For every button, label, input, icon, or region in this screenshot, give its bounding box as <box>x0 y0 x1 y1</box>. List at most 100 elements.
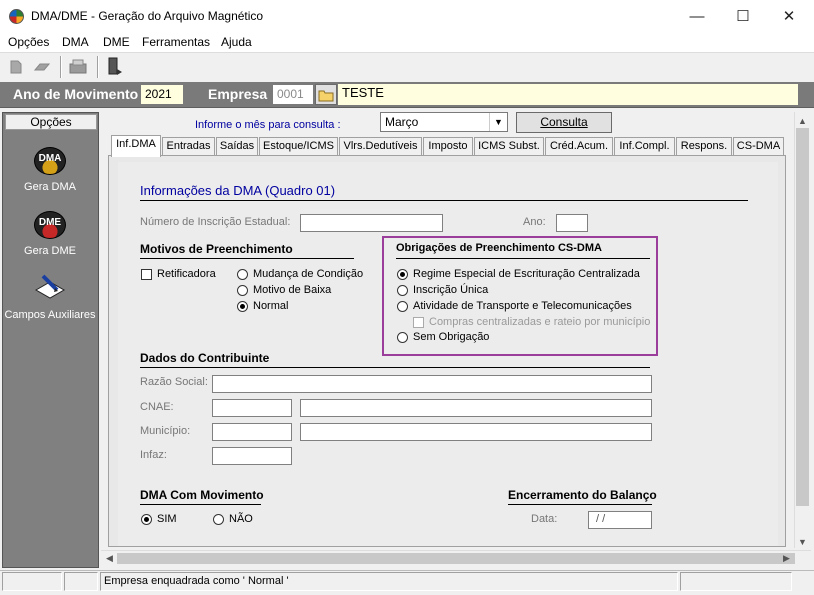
radio-selected-icon <box>397 268 408 280</box>
cs-dma-title: Obrigações de Preenchimento CS-DMA <box>396 242 602 254</box>
encerramento-title: Encerramento do Balanço <box>508 488 657 502</box>
folder-icon <box>318 90 334 101</box>
tab-saidas[interactable]: Saídas <box>216 137 258 156</box>
tab-icms-subst[interactable]: ICMS Subst. <box>474 137 544 156</box>
cnae-label: CNAE: <box>140 401 174 413</box>
radio-label: SIM <box>157 513 177 525</box>
motivos-title: Motivos de Preenchimento <box>140 242 293 256</box>
sidebar-item-campos-auxiliares[interactable]: Campos Auxiliares <box>0 309 100 321</box>
radio-icon <box>397 300 408 312</box>
tab-inf-compl[interactable]: Inf.Compl. <box>614 137 675 156</box>
scroll-up-icon[interactable]: ▲ <box>794 112 811 129</box>
toolbar-separator <box>97 56 99 78</box>
ie-field[interactable] <box>300 214 443 232</box>
open-icon[interactable] <box>31 56 53 78</box>
radio-icon <box>397 331 408 343</box>
radio-transporte-telecom[interactable]: Atividade de Transporte e Telecomunicaçõ… <box>397 300 632 312</box>
menu-dma[interactable]: DMA <box>62 35 89 49</box>
cnae-description-field[interactable] <box>300 399 652 417</box>
radio-label: Inscrição Única <box>413 284 489 296</box>
radio-sim[interactable]: SIM <box>141 513 177 525</box>
scroll-left-icon[interactable]: ◀ <box>101 550 118 567</box>
radio-label: Sem Obrigação <box>413 331 490 343</box>
cnae-code-field[interactable] <box>212 399 292 417</box>
tab-respons[interactable]: Respons. <box>676 137 732 156</box>
data-field[interactable]: / / <box>588 511 652 529</box>
toolbar-separator <box>60 56 62 78</box>
sidebar-item-gera-dme[interactable]: Gera DME <box>0 245 100 257</box>
ano-field[interactable] <box>556 214 588 232</box>
tab-estoque-icms[interactable]: Estoque/ICMS <box>259 137 338 156</box>
compras-centralizadas-checkbox[interactable]: Compras centralizadas e rateio por munic… <box>413 316 650 328</box>
folder-open-button[interactable] <box>315 84 337 105</box>
radio-mudanca-condicao[interactable]: Mudança de Condição <box>237 268 363 280</box>
razao-social-label: Razão Social: <box>140 376 208 388</box>
checkbox-icon <box>413 316 424 328</box>
infaz-field[interactable] <box>212 447 292 465</box>
menu-ajuda[interactable]: Ajuda <box>221 35 252 49</box>
data-label: Data: <box>531 513 558 525</box>
scroll-down-icon[interactable]: ▼ <box>794 533 811 550</box>
maximize-button[interactable]: ☐ <box>720 0 766 32</box>
radio-motivo-baixa[interactable]: Motivo de Baixa <box>237 284 331 296</box>
tab-entradas[interactable]: Entradas <box>162 137 215 156</box>
print-icon[interactable] <box>67 56 89 78</box>
radio-nao[interactable]: NÃO <box>213 513 253 525</box>
tab-cs-dma[interactable]: CS-DMA <box>733 137 784 156</box>
radio-regime-especial[interactable]: Regime Especial de Escrituração Centrali… <box>397 268 640 280</box>
tab-cred-acum[interactable]: Créd.Acum. <box>545 137 613 156</box>
radio-inscricao-unica[interactable]: Inscrição Única <box>397 284 488 296</box>
dme-disc-icon[interactable]: DME <box>33 210 67 240</box>
menu-opcoes[interactable]: Opções <box>8 35 49 49</box>
status-cell-4 <box>680 572 792 591</box>
radio-sem-obrigacao[interactable]: Sem Obrigação <box>397 331 489 343</box>
month-query-label: Informe o mês para consulta : <box>195 119 341 131</box>
retificadora-checkbox[interactable]: Retificadora <box>141 268 216 280</box>
chevron-down-icon[interactable]: ▼ <box>489 113 507 131</box>
section-title: Informações da DMA (Quadro 01) <box>140 183 336 198</box>
radio-icon <box>213 513 224 525</box>
new-doc-icon[interactable] <box>5 56 27 78</box>
pen-paper-icon[interactable] <box>33 272 67 302</box>
radio-selected-icon <box>237 300 248 312</box>
radio-label: Regime Especial de Escrituração Centrali… <box>413 268 640 280</box>
year-field[interactable]: 2021 <box>140 84 184 105</box>
menu-ferramentas[interactable]: Ferramentas <box>142 35 210 49</box>
section-divider <box>140 200 748 201</box>
encerramento-divider <box>508 504 652 505</box>
exit-icon[interactable] <box>104 56 126 78</box>
cs-dma-divider <box>396 258 650 259</box>
status-message: Empresa enquadrada como ' Normal ' <box>100 572 678 591</box>
sidebar-item-gera-dma[interactable]: Gera DMA <box>0 181 100 193</box>
municipio-code-field[interactable] <box>212 423 292 441</box>
status-cell-1 <box>2 572 62 591</box>
tab-inf-dma[interactable]: Inf.DMA <box>111 135 161 157</box>
razao-social-field[interactable] <box>212 375 652 393</box>
horizontal-scroll-thumb[interactable] <box>117 553 795 564</box>
scroll-right-icon[interactable]: ▶ <box>778 550 795 567</box>
dma-disc-icon[interactable]: DMA <box>33 146 67 176</box>
radio-label: Atividade de Transporte e Telecomunicaçõ… <box>413 300 632 312</box>
checkbox-label: Compras centralizadas e rateio por munic… <box>429 316 651 328</box>
window-title: DMA/DME - Geração do Arquivo Magnético <box>31 9 264 23</box>
radio-icon <box>237 268 248 280</box>
close-button[interactable]: ✕ <box>766 0 812 32</box>
municipio-label: Município: <box>140 425 191 437</box>
minimize-button[interactable]: — <box>674 0 720 32</box>
year-label: Ano de Movimento <box>13 86 139 102</box>
company-code-field[interactable]: 0001 <box>272 84 314 105</box>
app-icon <box>9 9 24 24</box>
company-label: Empresa <box>208 86 268 102</box>
movimento-title: DMA Com Movimento <box>140 488 264 502</box>
consulta-button[interactable]: Consulta <box>516 112 612 133</box>
radio-label: Normal <box>253 300 289 312</box>
vertical-scroll-thumb[interactable] <box>796 128 809 506</box>
tab-vlrs-dedutiveis[interactable]: Vlrs.Dedutíveis <box>339 137 422 156</box>
motivos-divider <box>140 258 354 259</box>
tab-imposto[interactable]: Imposto <box>423 137 473 156</box>
company-name-field[interactable]: TESTE <box>338 84 798 105</box>
menu-dme[interactable]: DME <box>103 35 130 49</box>
radio-normal[interactable]: Normal <box>237 300 288 312</box>
ano-label: Ano: <box>523 216 546 228</box>
municipio-name-field[interactable] <box>300 423 652 441</box>
